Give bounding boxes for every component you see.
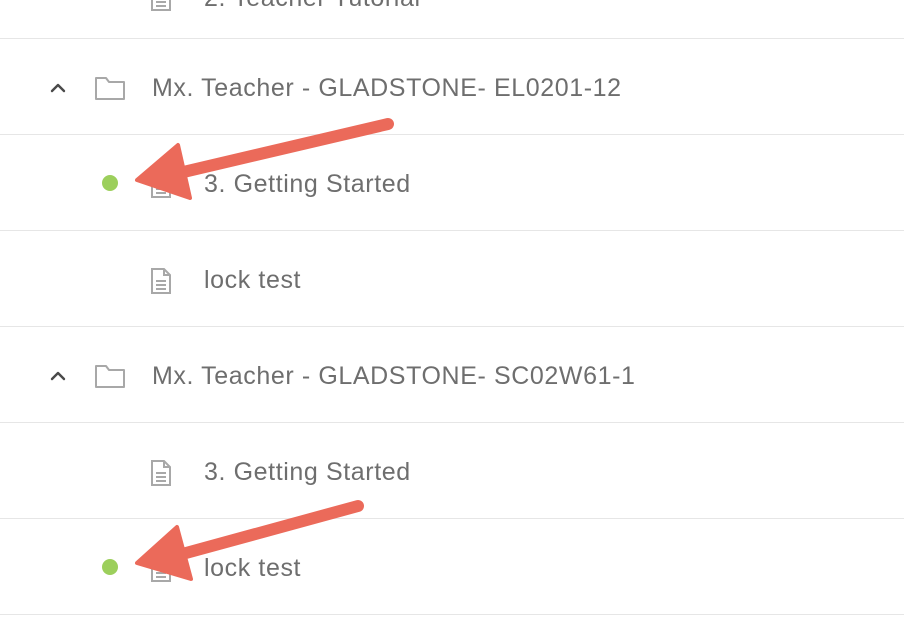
group-header[interactable]: Mx. Teacher - GLADSTONE- SC02W61-1 (0, 327, 904, 423)
group-title: Mx. Teacher - GLADSTONE- SC02W61-1 (152, 362, 636, 390)
document-icon (151, 460, 171, 486)
folder-icon (95, 365, 125, 388)
group-title: Mx. Teacher - GLADSTONE- EL0201-12 (152, 74, 622, 102)
item-title: 2. Teacher Tutorial (204, 0, 421, 13)
item-title: lock test (204, 554, 302, 582)
document-icon (151, 0, 171, 11)
document-icon (151, 556, 171, 582)
list-item[interactable]: lock test (0, 231, 904, 327)
document-icon (151, 268, 171, 294)
item-title: 3. Getting Started (204, 170, 411, 198)
folder-icon (95, 77, 125, 100)
item-title: 3. Getting Started (204, 458, 411, 486)
chevron-up-icon[interactable] (47, 364, 69, 386)
list-item[interactable]: 3. Getting Started (0, 135, 904, 231)
group-header[interactable]: Mx. Teacher - GLADSTONE- EL0201-12 (0, 39, 904, 135)
list-item[interactable]: 2. Teacher Tutorial (0, 0, 904, 39)
chevron-up-icon[interactable] (47, 76, 69, 98)
document-icon (151, 172, 171, 198)
status-dot (102, 175, 118, 191)
list-item[interactable]: lock test (0, 519, 904, 615)
item-title: lock test (204, 266, 302, 294)
list-item[interactable]: 3. Getting Started (0, 423, 904, 519)
status-dot (102, 559, 118, 575)
